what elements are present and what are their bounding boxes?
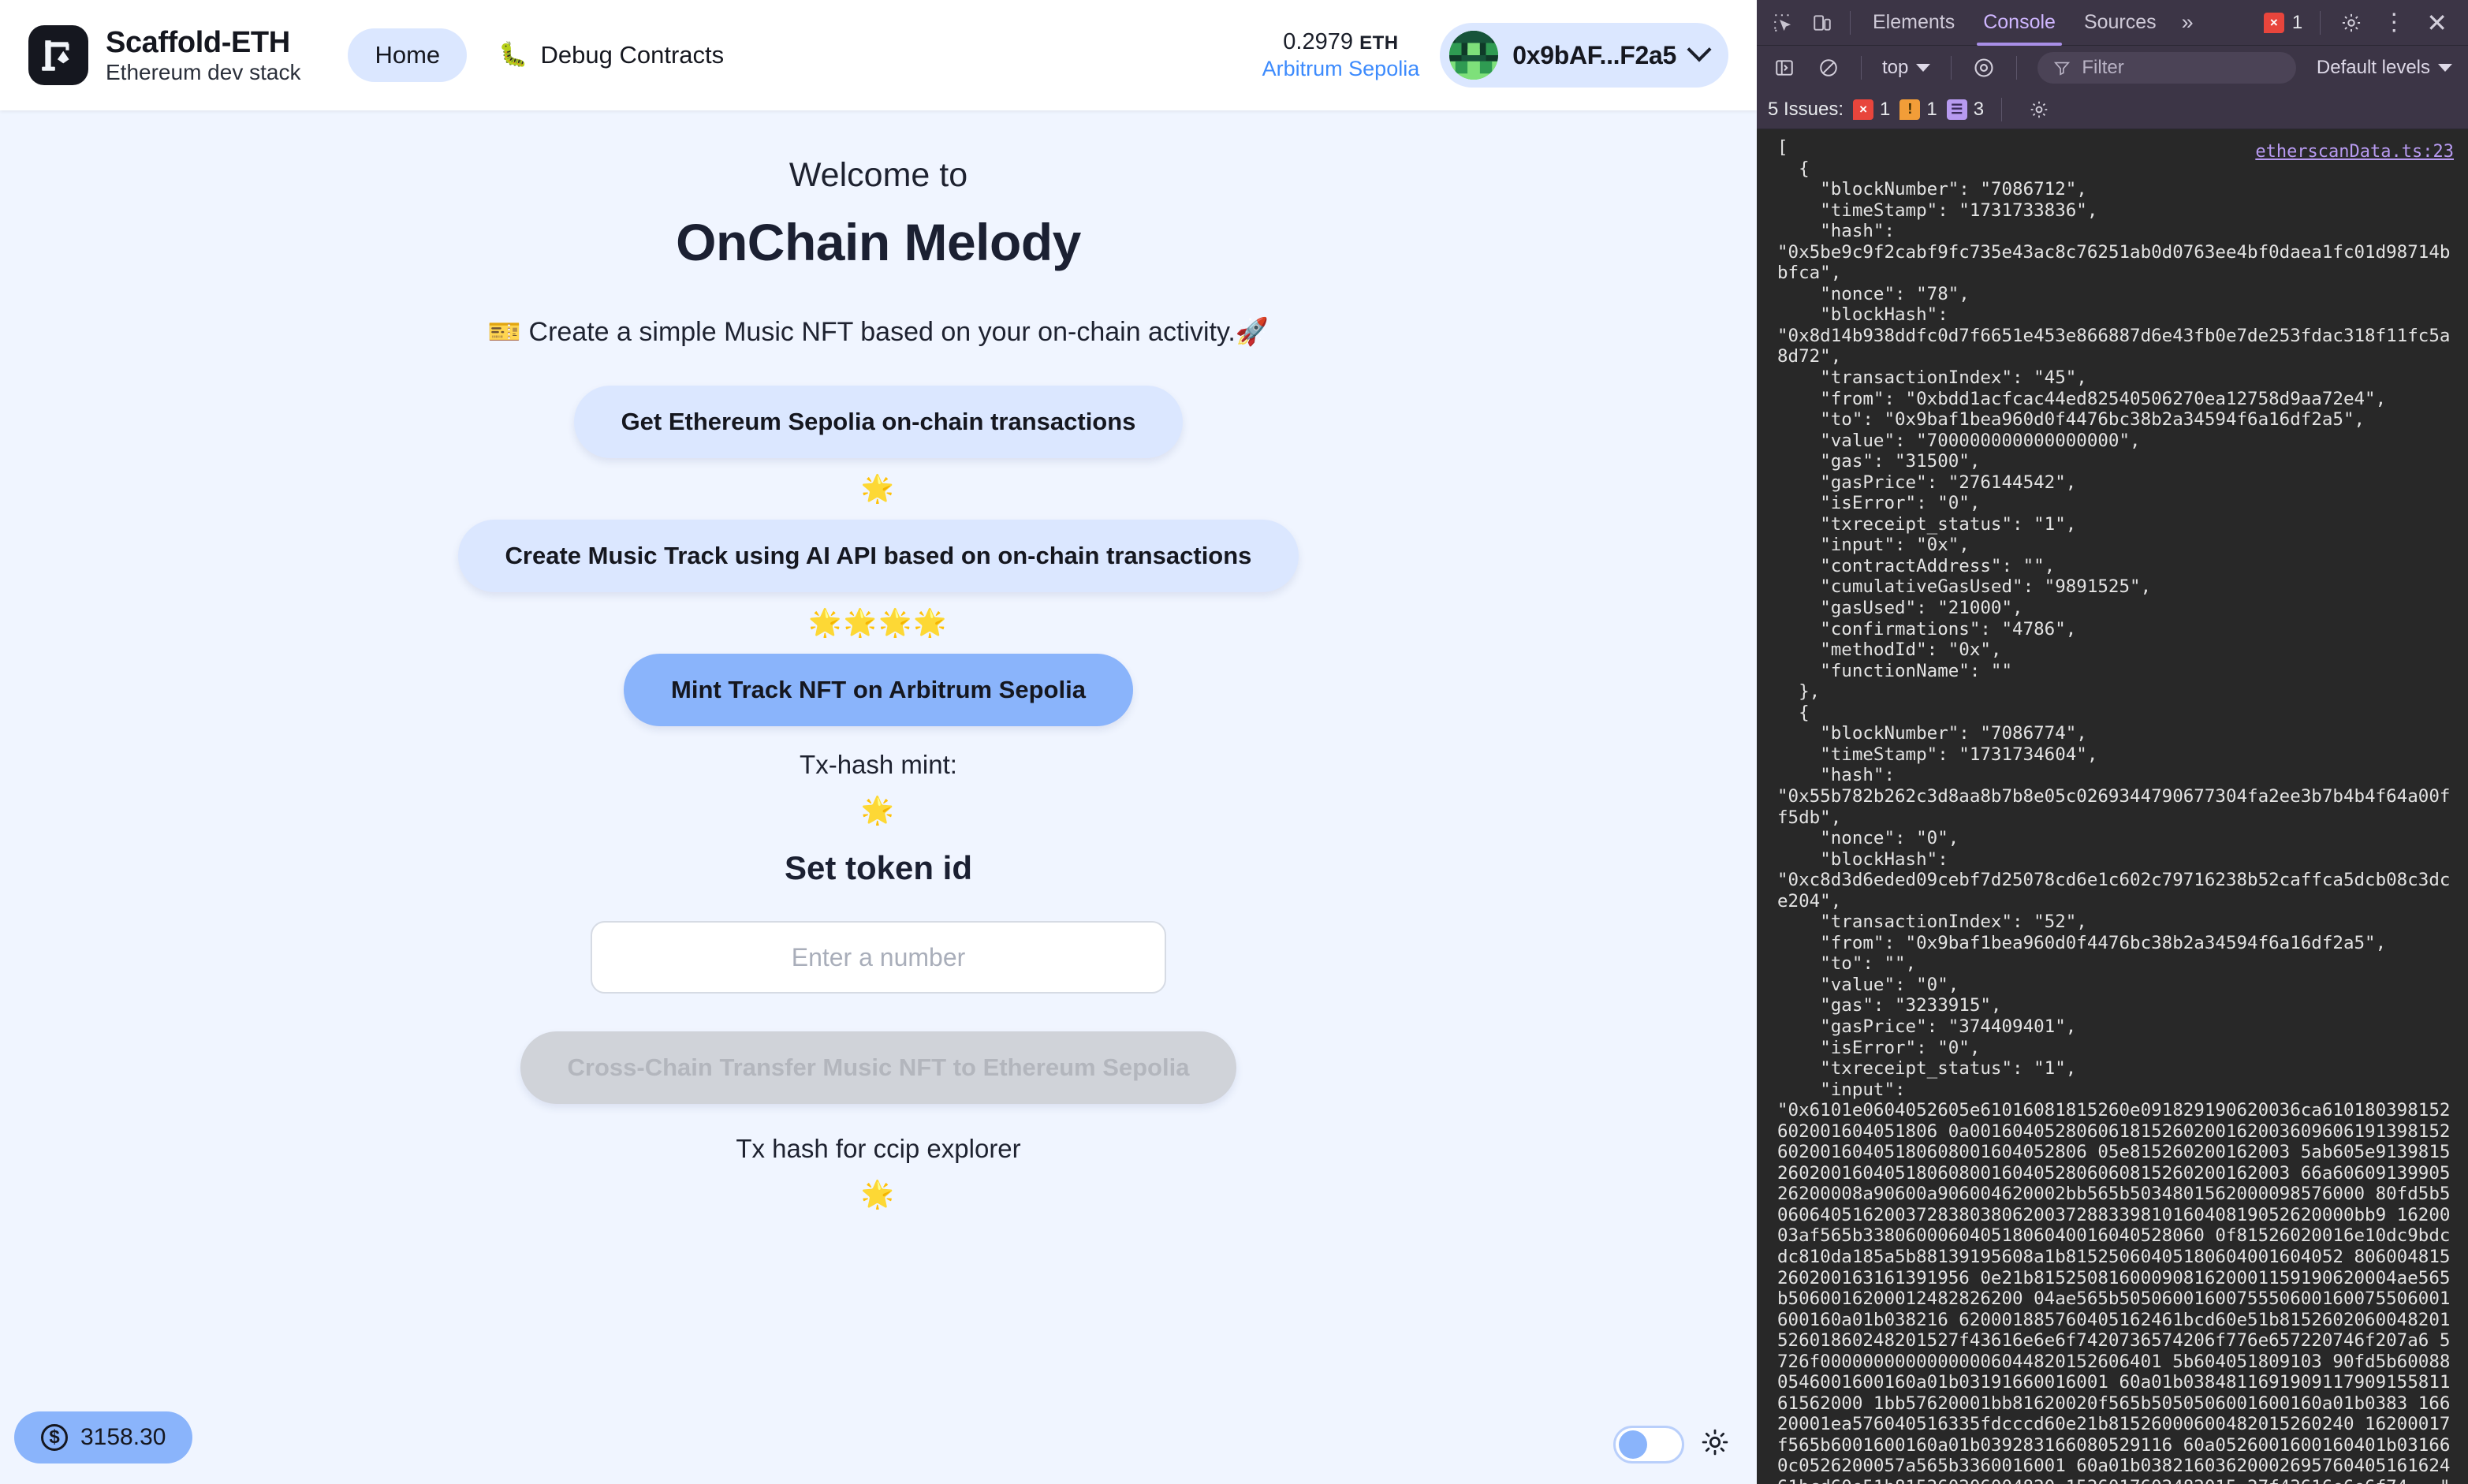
mint-track-nft-button[interactable]: Mint Track NFT on Arbitrum Sepolia <box>624 654 1133 726</box>
issues-error-chip[interactable]: × 1 <box>1853 99 1890 121</box>
page-title: OnChain Melody <box>676 213 1081 271</box>
tx-hash-mint-label: Tx-hash mint: <box>800 750 957 779</box>
more-tabs-icon[interactable]: » <box>2171 10 2205 35</box>
console-toolbar: top Filter Default levels <box>1757 46 2468 90</box>
filter-icon <box>2054 62 2071 76</box>
dollar-circle-icon: $ <box>41 1424 68 1451</box>
devtools-panel: Elements Console Sources » × 1 ⋮ ✕ top F… <box>1757 0 2468 1484</box>
info-icon: ☰ <box>1946 99 1967 120</box>
console-filter-input[interactable]: Filter <box>2037 52 2296 84</box>
nav-item-home[interactable]: Home <box>348 28 468 82</box>
console-log-json: [ { "blockNumber": "7086712", "timeStamp… <box>1777 137 2451 1484</box>
console-filter-placeholder: Filter <box>2082 57 2124 78</box>
nav-item-debug-contracts[interactable]: 🐛 Debug Contracts <box>476 28 746 82</box>
sparkle-indicator-2: 🌟🌟🌟🌟 <box>808 608 949 638</box>
balance-amount: 0.2979 <box>1283 29 1353 55</box>
chevron-down-icon <box>1687 37 1712 62</box>
theme-controls <box>1613 1426 1728 1463</box>
sparkle-indicator-1: 🌟 <box>860 474 897 504</box>
balance-amount-row: 0.2979 ETH <box>1283 28 1398 56</box>
nav-item-debug-label: Debug Contracts <box>540 41 725 69</box>
warning-icon: ! <box>1899 99 1921 120</box>
blockie-avatar-icon <box>1449 31 1499 80</box>
brand-subtitle: Ethereum dev stack <box>106 59 301 84</box>
log-levels-label: Default levels <box>2316 57 2430 78</box>
tagline: 🎫 Create a simple Music NFT based on you… <box>487 317 1269 347</box>
toggle-knob <box>1619 1430 1647 1459</box>
toolbar-divider-3 <box>1861 56 1862 80</box>
log-levels-selector[interactable]: Default levels <box>2309 57 2460 79</box>
console-output[interactable]: etherscanData.ts:23 [ { "blockNumber": "… <box>1757 129 2468 1484</box>
toolbar-divider-4 <box>1951 56 1952 80</box>
chevron-down-icon <box>2438 64 2452 72</box>
get-transactions-button[interactable]: Get Ethereum Sepolia on-chain transactio… <box>573 386 1184 458</box>
issues-bar[interactable]: 5 Issues: × 1 ! 1 ☰ 3 <box>1757 90 2468 129</box>
eth-price-badge[interactable]: $ 3158.30 <box>14 1411 193 1463</box>
tab-sources[interactable]: Sources <box>2070 0 2171 46</box>
web-app-pane: Scaffold-ETH Ethereum dev stack Home 🐛 D… <box>0 0 1757 1484</box>
welcome-text: Welcome to <box>788 156 968 194</box>
devtools-tabbar: Elements Console Sources » × 1 ⋮ ✕ <box>1757 0 2468 46</box>
toolbar-divider-6 <box>2001 97 2003 121</box>
account-dropdown-button[interactable]: 0x9bAF...F2a5 <box>1440 23 1728 88</box>
devtools-tabbar-right: × 1 ⋮ ✕ <box>2257 5 2462 41</box>
execution-context-selector[interactable]: top <box>1874 57 1938 79</box>
clear-console-icon[interactable] <box>1809 50 1848 86</box>
app-navbar: Scaffold-ETH Ethereum dev stack Home 🐛 D… <box>0 0 1757 110</box>
issues-info-chip[interactable]: ☰ 3 <box>1946 98 1985 121</box>
issues-summary: 5 Issues: <box>1768 98 1844 120</box>
error-icon: × <box>2263 12 2284 33</box>
console-log-entry[interactable]: etherscanData.ts:23 [ { "blockNumber": "… <box>1757 137 2468 1484</box>
cross-chain-transfer-button[interactable]: Cross-Chain Transfer Music NFT to Ethere… <box>520 1031 1237 1104</box>
gear-icon[interactable] <box>2332 5 2371 41</box>
more-options-icon[interactable]: ⋮ <box>2374 10 2414 34</box>
toolbar-divider <box>1850 10 1851 35</box>
tab-elements[interactable]: Elements <box>1858 0 1969 46</box>
issues-info-count: 3 <box>1973 98 1985 120</box>
issues-settings-gear-icon[interactable] <box>2019 91 2059 128</box>
balance-currency: ETH <box>1359 32 1399 54</box>
issues-warning-count: 1 <box>1926 98 1937 120</box>
device-toolbar-icon[interactable] <box>1803 5 1842 41</box>
brand[interactable]: Scaffold-ETH Ethereum dev stack <box>28 25 300 85</box>
bug-icon: 🐛 <box>498 42 528 68</box>
scaffold-eth-logo-icon <box>28 25 88 85</box>
brand-title: Scaffold-ETH <box>106 26 290 60</box>
create-music-track-button[interactable]: Create Music Track using AI API based on… <box>457 520 1299 592</box>
sun-icon[interactable] <box>1702 1429 1728 1460</box>
account-address: 0x9bAF...F2a5 <box>1512 40 1676 69</box>
screen-root: Scaffold-ETH Ethereum dev stack Home 🐛 D… <box>0 0 2468 1484</box>
eth-price-value: 3158.30 <box>80 1424 166 1450</box>
theme-toggle-switch[interactable] <box>1613 1426 1684 1463</box>
issues-warning-chip[interactable]: ! 1 <box>1899 99 1937 121</box>
tx-hash-ccip-label: Tx hash for ccip explorer <box>736 1134 1021 1163</box>
live-expression-icon[interactable] <box>1964 50 2004 86</box>
error-count: 1 <box>2291 11 2303 33</box>
wallet-balance[interactable]: 0.2979 ETH Arbitrum Sepolia <box>1262 28 1420 81</box>
error-count-badge[interactable]: × 1 <box>2257 12 2309 34</box>
tab-console[interactable]: Console <box>1969 0 2070 46</box>
nav-links: Home 🐛 Debug Contracts <box>348 28 746 82</box>
token-id-input[interactable] <box>591 921 1166 994</box>
issues-error-count: 1 <box>1880 98 1891 120</box>
console-log-source-link[interactable]: etherscanData.ts:23 <box>2255 142 2454 162</box>
toolbar-divider-5 <box>2016 56 2018 80</box>
toolbar-divider-2 <box>2320 10 2321 35</box>
close-icon[interactable]: ✕ <box>2417 10 2457 35</box>
main-content: Welcome to OnChain Melody 🎫 Create a sim… <box>0 110 1757 1484</box>
chevron-down-icon <box>1916 64 1931 72</box>
sparkle-indicator-3: 🌟 <box>860 796 897 826</box>
sparkle-indicator-4: 🌟 <box>860 1180 897 1210</box>
error-icon: × <box>1853 99 1874 120</box>
execution-context-label: top <box>1882 57 1909 78</box>
set-token-id-heading: Set token id <box>784 849 973 886</box>
nav-right: 0.2979 ETH Arbitrum Sepolia 0x9bAF...F2a… <box>1262 23 1728 88</box>
console-sidebar-icon[interactable] <box>1765 50 1804 86</box>
inspect-element-icon[interactable] <box>1763 5 1803 41</box>
wallet-network: Arbitrum Sepolia <box>1262 57 1420 81</box>
